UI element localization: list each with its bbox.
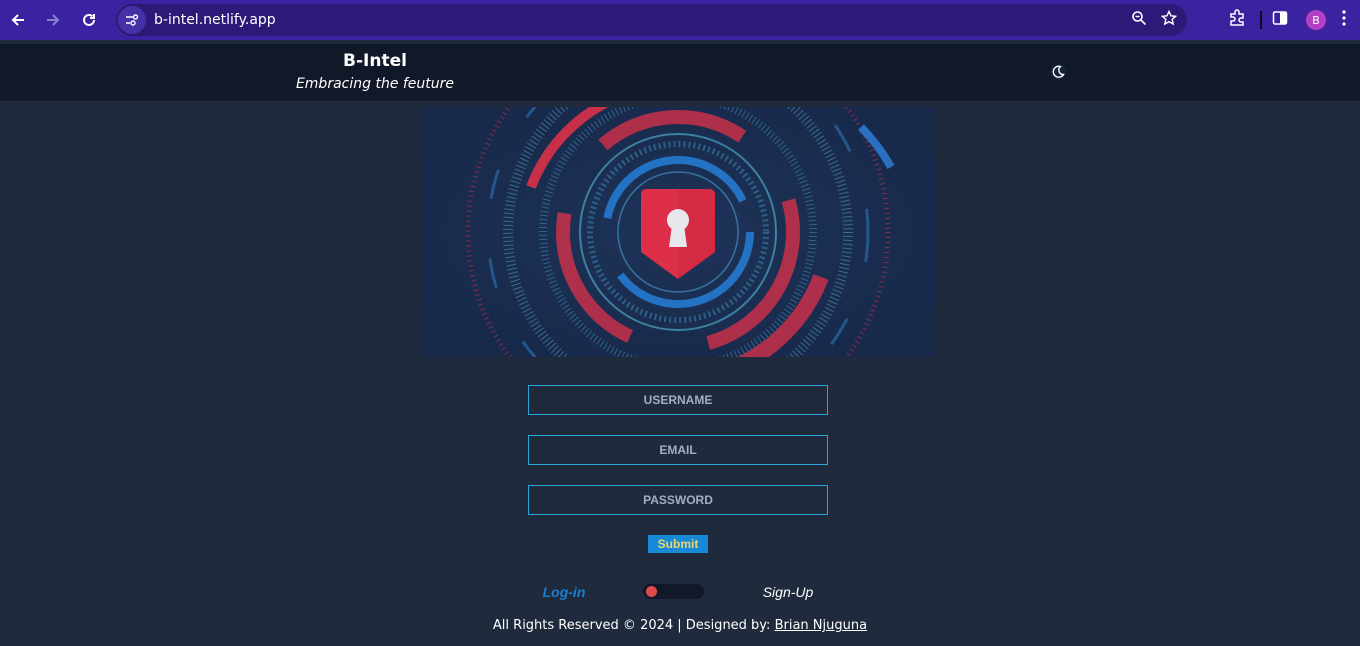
login-link[interactable]: Log-in	[540, 584, 588, 600]
security-lock-illustration	[421, 107, 935, 357]
signup-link[interactable]: Sign-Up	[758, 584, 818, 600]
zoom-icon[interactable]	[1131, 10, 1147, 31]
moon-icon[interactable]	[1049, 63, 1067, 81]
reload-icon[interactable]	[71, 2, 107, 38]
email-input[interactable]	[528, 435, 828, 465]
back-icon[interactable]	[0, 2, 36, 38]
side-panel-icon[interactable]	[1272, 10, 1288, 31]
address-bar[interactable]: b-intel.netlify.app	[116, 4, 1187, 36]
designer-link[interactable]: Brian Njuguna	[775, 618, 868, 633]
auth-mode-toggle-row: Log-in Sign-Up	[0, 583, 1360, 601]
submit-button[interactable]: Submit	[648, 535, 708, 553]
browser-toolbar: b-intel.netlify.app B	[0, 0, 1360, 40]
switch-knob	[646, 586, 657, 597]
site-tagline: Embracing the feuture	[295, 76, 455, 92]
site-title: B-Intel	[343, 51, 407, 71]
forward-icon[interactable]	[35, 2, 71, 38]
footer-text: All Rights Reserved © 2024 | Designed by…	[492, 618, 775, 633]
footer: All Rights Reserved © 2024 | Designed by…	[0, 618, 1360, 633]
more-menu-icon[interactable]	[1342, 9, 1346, 31]
url-text[interactable]: b-intel.netlify.app	[154, 12, 276, 28]
site-info-icon[interactable]	[118, 6, 146, 34]
auth-mode-switch[interactable]	[643, 584, 704, 599]
profile-avatar[interactable]: B	[1306, 10, 1326, 30]
username-input[interactable]	[528, 385, 828, 415]
extensions-icon[interactable]	[1228, 8, 1246, 32]
toolbar-divider	[1260, 11, 1262, 29]
password-input[interactable]	[528, 485, 828, 515]
site-header: B-Intel Embracing the feuture	[0, 44, 1360, 101]
bookmark-star-icon[interactable]	[1160, 9, 1178, 31]
